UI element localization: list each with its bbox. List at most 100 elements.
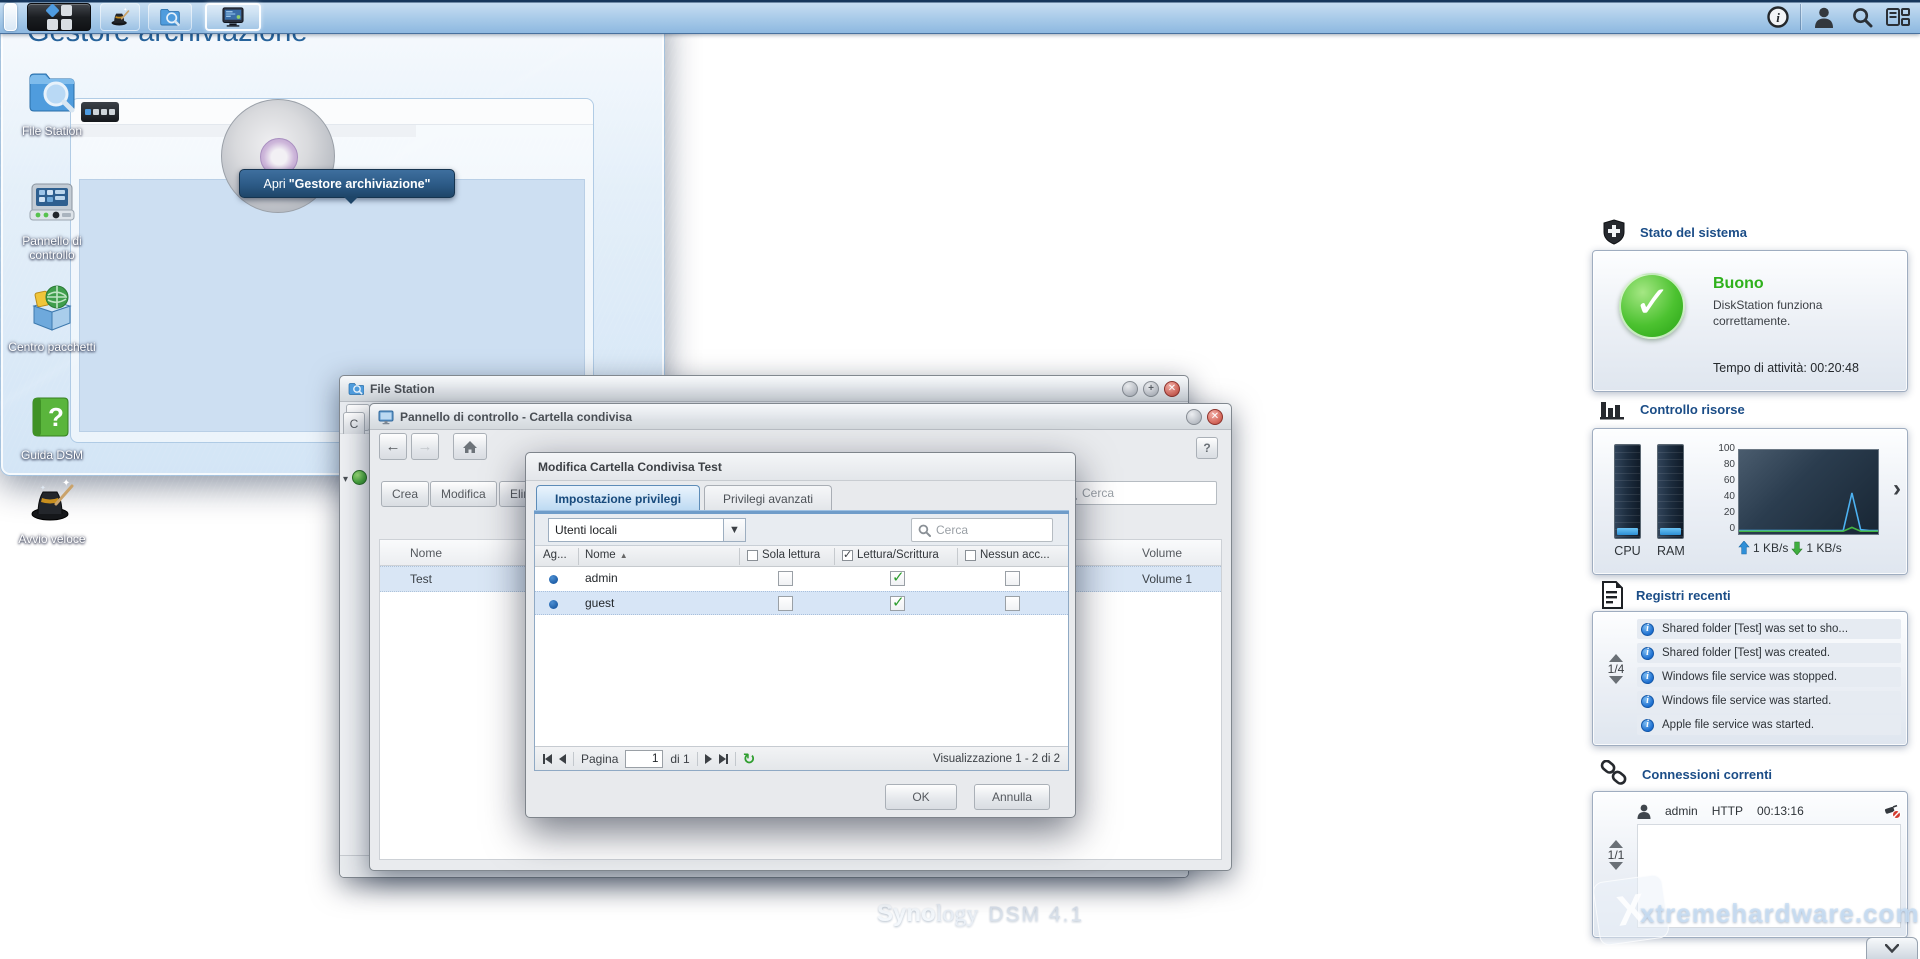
page-number-input[interactable] bbox=[625, 750, 663, 768]
user-type-dropdown[interactable]: Utenti locali ▼ bbox=[548, 518, 746, 542]
header-checkbox-read-only[interactable] bbox=[747, 550, 758, 561]
log-entry[interactable]: Apple file service was started. bbox=[1637, 715, 1901, 735]
next-page-button[interactable] bbox=[705, 754, 712, 764]
chevron-down-icon[interactable]: ▼ bbox=[723, 519, 745, 541]
tab-privilege-setup[interactable]: Impostazione privilegi bbox=[536, 485, 700, 511]
log-entry[interactable]: Shared folder [Test] was created. bbox=[1637, 643, 1901, 663]
storage-manager-toolbar bbox=[71, 99, 593, 125]
upload-arrow-icon bbox=[1738, 541, 1750, 555]
help-button[interactable]: ? bbox=[1196, 437, 1218, 459]
column-name[interactable]: Nome bbox=[410, 546, 442, 560]
column-name[interactable]: Nome▲ bbox=[585, 549, 628, 561]
dialog-edit-shared-folder: Modifica Cartella Condivisa Test Imposta… bbox=[525, 452, 1076, 818]
disconnect-icon[interactable] bbox=[1883, 803, 1901, 819]
scroll-down-icon[interactable] bbox=[1609, 676, 1623, 698]
widget-panel-collapse-tab[interactable] bbox=[1866, 937, 1918, 959]
create-button[interactable]: Crea bbox=[381, 481, 429, 507]
user-menu-button[interactable] bbox=[1812, 6, 1836, 28]
logs-pager: 1/4 bbox=[1601, 640, 1631, 698]
user-row-guest[interactable]: guest bbox=[535, 591, 1068, 615]
upload-button-partial[interactable]: C bbox=[343, 412, 365, 436]
column-add[interactable]: Ag... bbox=[543, 549, 567, 561]
checkbox-no-access[interactable] bbox=[1005, 571, 1020, 586]
control-panel-icon bbox=[26, 176, 78, 228]
taskbar-storage-manager-button[interactable] bbox=[205, 3, 261, 31]
checkbox-read-only[interactable] bbox=[778, 571, 793, 586]
minimize-button[interactable] bbox=[1186, 409, 1202, 425]
log-entry[interactable]: Shared folder [Test] was set to sho... bbox=[1637, 619, 1901, 639]
last-page-button[interactable] bbox=[719, 754, 728, 764]
checkbox-no-access[interactable] bbox=[1005, 596, 1020, 611]
edit-button[interactable]: Modifica bbox=[430, 481, 497, 507]
dsm-brand: SynologyDSM 4.1 bbox=[877, 900, 1084, 928]
checkbox-read-write[interactable] bbox=[890, 596, 905, 611]
log-entry[interactable]: Windows file service was stopped. bbox=[1637, 667, 1901, 687]
search-button[interactable] bbox=[1850, 6, 1874, 28]
monitor-icon bbox=[378, 409, 394, 425]
log-entry[interactable]: Windows file service was started. bbox=[1637, 691, 1901, 711]
ok-button[interactable]: OK bbox=[885, 784, 957, 810]
column-read-only[interactable]: Sola lettura bbox=[747, 549, 820, 561]
svg-text:✦: ✦ bbox=[62, 478, 70, 489]
column-volume[interactable]: Volume bbox=[1142, 546, 1182, 560]
checkbox-read-write[interactable] bbox=[890, 571, 905, 586]
scroll-down-icon[interactable] bbox=[1609, 862, 1623, 884]
share-root-icon[interactable] bbox=[352, 470, 367, 485]
column-read-write[interactable]: Lettura/Scrittura bbox=[842, 549, 939, 561]
forward-button[interactable]: → bbox=[411, 433, 439, 460]
cell-username: guest bbox=[585, 596, 614, 610]
expand-chevron-icon[interactable]: › bbox=[1893, 475, 1901, 503]
maximize-button[interactable]: + bbox=[1143, 381, 1159, 397]
scroll-up-icon[interactable] bbox=[1609, 640, 1623, 662]
desktop-icon-quick-start[interactable]: ✦✦ Avvio veloce bbox=[0, 474, 104, 546]
user-search-input[interactable]: Cerca bbox=[911, 518, 1053, 542]
pilot-view-button[interactable] bbox=[1886, 6, 1910, 28]
desktop-icon-label: Avvio veloce bbox=[0, 532, 104, 546]
checkbox-read-only[interactable] bbox=[778, 596, 793, 611]
tab-advanced-privileges[interactable]: Privilegi avanzati bbox=[704, 485, 832, 511]
search-placeholder: Cerca bbox=[1082, 486, 1114, 500]
control-panel-titlebar[interactable]: Pannello di controllo - Cartella condivi… bbox=[370, 404, 1231, 430]
link-icon bbox=[1600, 760, 1630, 788]
system-status-widget: Buono DiskStation funziona correttamente… bbox=[1592, 250, 1908, 392]
desktop-icon-label: Guida DSM bbox=[0, 448, 104, 462]
home-button[interactable] bbox=[453, 433, 487, 460]
cell-username: admin bbox=[585, 571, 618, 585]
minimize-button[interactable] bbox=[1122, 381, 1138, 397]
tree-expander-icon[interactable]: ▾ bbox=[343, 474, 348, 485]
user-status-icon bbox=[549, 575, 558, 584]
column-no-access[interactable]: Nessun acc... bbox=[965, 549, 1050, 561]
file-station-titlebar[interactable]: File Station bbox=[340, 376, 1188, 402]
desktop-icon-package-center[interactable]: Centro pacchetti bbox=[0, 282, 104, 354]
header-checkbox-no-access[interactable] bbox=[965, 550, 976, 561]
taskbar-quick-start-button[interactable]: ✦ bbox=[100, 3, 140, 31]
connection-row[interactable]: admin HTTP 00:13:16 bbox=[1637, 800, 1901, 822]
connections-page-indicator: 1/1 bbox=[1601, 848, 1631, 862]
desktop-icon-label: File Station bbox=[0, 124, 104, 138]
desktop-icon-label: Pannello di controllo bbox=[0, 234, 104, 262]
main-menu-button[interactable] bbox=[27, 3, 91, 31]
user-row-admin[interactable]: admin bbox=[535, 567, 1068, 591]
resource-monitor-header: Controllo risorse bbox=[1600, 398, 1745, 420]
show-desktop-button[interactable] bbox=[4, 3, 17, 31]
info-icon: i bbox=[1767, 6, 1789, 28]
window-title: File Station bbox=[370, 382, 435, 396]
close-button[interactable]: ✕ bbox=[1164, 381, 1180, 397]
search-input[interactable]: Cerca bbox=[1057, 481, 1217, 505]
desktop-icon-control-panel[interactable]: Pannello di controllo bbox=[0, 176, 104, 262]
desktop-icon-dsm-help[interactable]: ? Guida DSM bbox=[0, 390, 104, 462]
previous-page-button[interactable] bbox=[559, 754, 566, 764]
folder-search-icon bbox=[348, 381, 364, 397]
main-menu-icon bbox=[47, 5, 72, 30]
first-page-button[interactable] bbox=[543, 754, 552, 764]
header-checkbox-read-write[interactable] bbox=[842, 550, 853, 561]
refresh-icon[interactable]: ↻ bbox=[743, 750, 756, 768]
info-button[interactable]: i bbox=[1766, 6, 1790, 28]
close-button[interactable]: ✕ bbox=[1207, 409, 1223, 425]
cancel-button[interactable]: Annulla bbox=[974, 784, 1050, 810]
back-button[interactable]: ← bbox=[379, 433, 407, 460]
search-icon bbox=[1852, 7, 1873, 28]
scroll-up-icon[interactable] bbox=[1609, 826, 1623, 848]
taskbar-file-station-button[interactable] bbox=[148, 3, 192, 31]
desktop-icon-file-station[interactable]: File Station bbox=[0, 66, 104, 138]
